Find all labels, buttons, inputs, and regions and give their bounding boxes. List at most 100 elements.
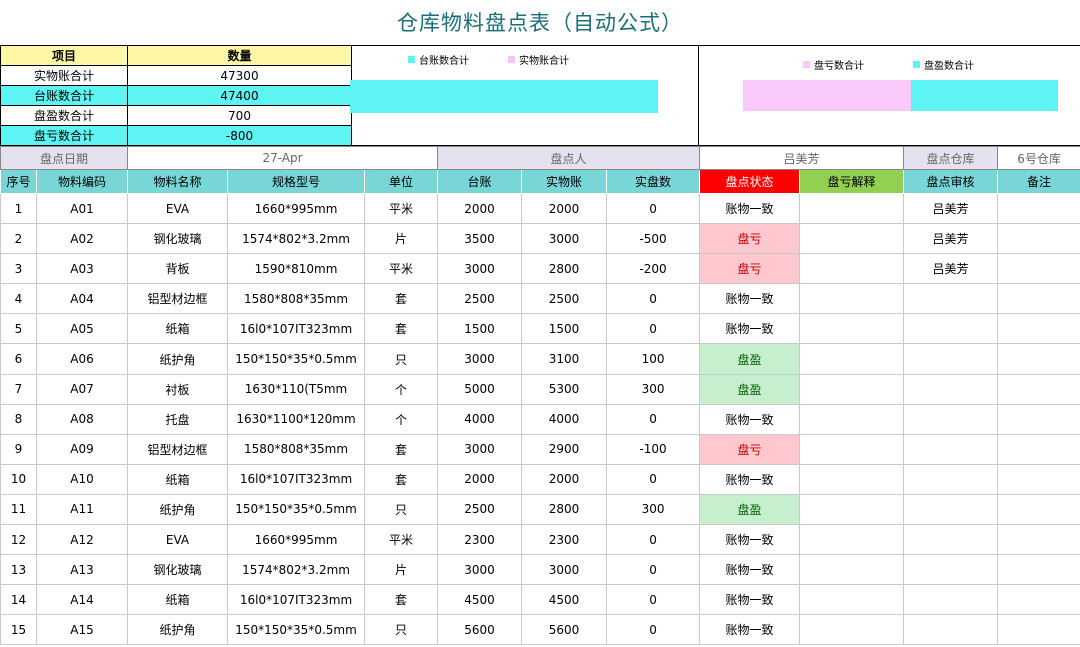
cell-ledger[interactable]: 3500 <box>437 223 523 255</box>
cell-status[interactable]: 账物一致 <box>699 192 801 225</box>
cell-unit[interactable]: 套 <box>364 313 439 345</box>
cell-diff[interactable]: 100 <box>606 343 701 375</box>
cell-diff[interactable]: -200 <box>606 253 701 285</box>
cell-explain[interactable] <box>799 463 905 495</box>
cell-note[interactable] <box>997 403 1080 435</box>
cell-diff[interactable]: 300 <box>606 373 701 405</box>
cell-audit[interactable] <box>903 493 999 526</box>
cell-diff[interactable]: 0 <box>606 614 701 646</box>
cell-diff[interactable]: -500 <box>606 223 701 255</box>
cell-audit[interactable] <box>903 554 999 586</box>
cell-explain[interactable] <box>799 614 905 646</box>
ledger-vs-physical-chart[interactable]: 台账数合计 实物账合计 <box>350 45 699 146</box>
gain-loss-chart[interactable]: 盘亏数合计 盘盈数合计 <box>698 45 1080 146</box>
cell-physical[interactable]: 2000 <box>521 463 608 495</box>
summary-label[interactable]: 台账数合计 <box>0 85 128 106</box>
cell-spec[interactable]: 16l0*107IT323mm <box>227 584 366 616</box>
cell-ledger[interactable]: 2000 <box>437 192 523 225</box>
cell-unit[interactable]: 套 <box>364 433 439 465</box>
cell-name[interactable]: 纸箱 <box>127 584 229 616</box>
cell-code[interactable]: A05 <box>35 313 129 345</box>
cell-no[interactable]: 7 <box>0 373 37 405</box>
cell-physical[interactable]: 4000 <box>521 403 608 435</box>
cell-code[interactable]: A03 <box>35 253 129 285</box>
cell-spec[interactable]: 1574*802*3.2mm <box>227 223 366 255</box>
cell-note[interactable] <box>997 614 1080 646</box>
cell-unit[interactable]: 个 <box>364 373 439 405</box>
cell-status[interactable]: 账物一致 <box>699 403 801 435</box>
cell-note[interactable] <box>997 283 1080 315</box>
cell-spec[interactable]: 1590*810mm <box>227 253 366 285</box>
cell-unit[interactable]: 套 <box>364 584 439 616</box>
cell-explain[interactable] <box>799 313 905 345</box>
cell-name[interactable]: 铝型材边框 <box>127 283 229 315</box>
cell-physical[interactable]: 2300 <box>521 524 608 556</box>
cell-no[interactable]: 13 <box>0 554 37 586</box>
cell-explain[interactable] <box>799 493 905 526</box>
cell-spec[interactable]: 150*150*35*0.5mm <box>227 493 366 526</box>
cell-spec[interactable]: 1580*808*35mm <box>227 283 366 315</box>
cell-spec[interactable]: 150*150*35*0.5mm <box>227 614 366 646</box>
cell-no[interactable]: 14 <box>0 584 37 616</box>
col-header-status[interactable]: 盘点状态 <box>699 169 801 194</box>
cell-name[interactable]: 背板 <box>127 253 229 285</box>
cell-code[interactable]: A15 <box>35 614 129 646</box>
summary-value[interactable]: 47300 <box>127 65 352 86</box>
cell-ledger[interactable]: 2500 <box>437 283 523 315</box>
cell-audit[interactable] <box>903 433 999 465</box>
summary-label[interactable]: 盘盈数合计 <box>0 105 128 126</box>
cell-status[interactable]: 盘亏 <box>699 223 801 255</box>
cell-note[interactable] <box>997 313 1080 345</box>
cell-note[interactable] <box>997 493 1080 526</box>
cell-note[interactable] <box>997 343 1080 375</box>
summary-label[interactable]: 盘亏数合计 <box>0 125 128 146</box>
cell-spec[interactable]: 1574*802*3.2mm <box>227 554 366 586</box>
cell-spec[interactable]: 1630*110(T5mm <box>227 373 366 405</box>
cell-diff[interactable]: 0 <box>606 463 701 495</box>
col-header-unit[interactable]: 单位 <box>364 169 439 194</box>
cell-status[interactable]: 盘盈 <box>699 343 801 375</box>
cell-unit[interactable]: 平米 <box>364 524 439 556</box>
cell-no[interactable]: 2 <box>0 223 37 255</box>
cell-explain[interactable] <box>799 192 905 225</box>
cell-explain[interactable] <box>799 524 905 556</box>
cell-physical[interactable]: 2000 <box>521 192 608 225</box>
summary-value[interactable]: 47400 <box>127 85 352 106</box>
cell-physical[interactable]: 3000 <box>521 223 608 255</box>
cell-unit[interactable]: 片 <box>364 223 439 255</box>
cell-explain[interactable] <box>799 433 905 465</box>
cell-audit[interactable] <box>903 614 999 646</box>
cell-explain[interactable] <box>799 283 905 315</box>
cell-physical[interactable]: 2500 <box>521 283 608 315</box>
cell-physical[interactable]: 5300 <box>521 373 608 405</box>
cell-status[interactable]: 盘亏 <box>699 253 801 285</box>
cell-name[interactable]: EVA <box>127 192 229 225</box>
cell-code[interactable]: A02 <box>35 223 129 255</box>
cell-no[interactable]: 3 <box>0 253 37 285</box>
cell-no[interactable]: 9 <box>0 433 37 465</box>
cell-code[interactable]: A08 <box>35 403 129 435</box>
cell-code[interactable]: A01 <box>35 192 129 225</box>
cell-status[interactable]: 账物一致 <box>699 313 801 345</box>
summary-header-item[interactable]: 项目 <box>0 45 128 66</box>
cell-ledger[interactable]: 2000 <box>437 463 523 495</box>
cell-code[interactable]: A07 <box>35 373 129 405</box>
cell-no[interactable]: 5 <box>0 313 37 345</box>
cell-explain[interactable] <box>799 403 905 435</box>
cell-explain[interactable] <box>799 584 905 616</box>
cell-spec[interactable]: 16l0*107IT323mm <box>227 463 366 495</box>
cell-physical[interactable]: 3100 <box>521 343 608 375</box>
cell-status[interactable]: 账物一致 <box>699 554 801 586</box>
cell-ledger[interactable]: 5600 <box>437 614 523 646</box>
cell-status[interactable]: 账物一致 <box>699 614 801 646</box>
cell-status[interactable]: 账物一致 <box>699 283 801 315</box>
cell-code[interactable]: A13 <box>35 554 129 586</box>
cell-unit[interactable]: 只 <box>364 614 439 646</box>
cell-ledger[interactable]: 4000 <box>437 403 523 435</box>
col-header-spec[interactable]: 规格型号 <box>227 169 366 194</box>
cell-note[interactable] <box>997 524 1080 556</box>
summary-value[interactable]: -800 <box>127 125 352 146</box>
col-header-diff[interactable]: 实盘数 <box>606 169 701 194</box>
cell-name[interactable]: 纸护角 <box>127 343 229 375</box>
cell-no[interactable]: 1 <box>0 192 37 225</box>
